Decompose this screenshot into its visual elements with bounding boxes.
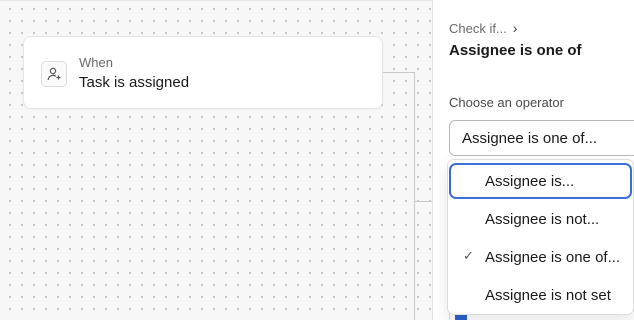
panel-title: Assignee is one of bbox=[449, 42, 582, 59]
connector-line bbox=[414, 72, 415, 320]
option-label: Assignee is not set bbox=[485, 287, 611, 304]
chevron-right-icon: › bbox=[512, 20, 518, 36]
option-label: Assignee is one of... bbox=[485, 249, 621, 266]
option-assignee-is-one-of[interactable]: ✓ Assignee is one of... bbox=[449, 239, 633, 276]
option-assignee-is-not[interactable]: Assignee is not... bbox=[449, 201, 633, 238]
trigger-card[interactable]: When Task is assigned bbox=[23, 36, 383, 109]
connector-line bbox=[414, 201, 434, 202]
connector-line bbox=[382, 72, 415, 73]
option-label: Assignee is... bbox=[485, 172, 575, 190]
trigger-title: Task is assigned bbox=[79, 74, 190, 91]
breadcrumb-label: Check if... bbox=[449, 20, 507, 36]
checkmark-icon: ✓ bbox=[463, 248, 474, 263]
workflow-canvas[interactable]: When Task is assigned bbox=[0, 0, 434, 320]
breadcrumb[interactable]: Check if... › bbox=[449, 20, 517, 36]
user-plus-icon bbox=[41, 61, 67, 87]
operator-dropdown: Assignee is... Assignee is not... ✓ Assi… bbox=[447, 159, 634, 315]
option-assignee-is[interactable]: Assignee is... bbox=[449, 163, 632, 199]
option-assignee-is-not-set[interactable]: Assignee is not set bbox=[449, 277, 633, 314]
operator-select[interactable]: Assignee is one of... bbox=[449, 120, 634, 156]
trigger-kicker: When bbox=[79, 55, 113, 70]
operator-select-value: Assignee is one of... bbox=[462, 129, 598, 147]
option-label: Assignee is not... bbox=[485, 211, 600, 228]
operator-label: Choose an operator bbox=[449, 95, 564, 110]
